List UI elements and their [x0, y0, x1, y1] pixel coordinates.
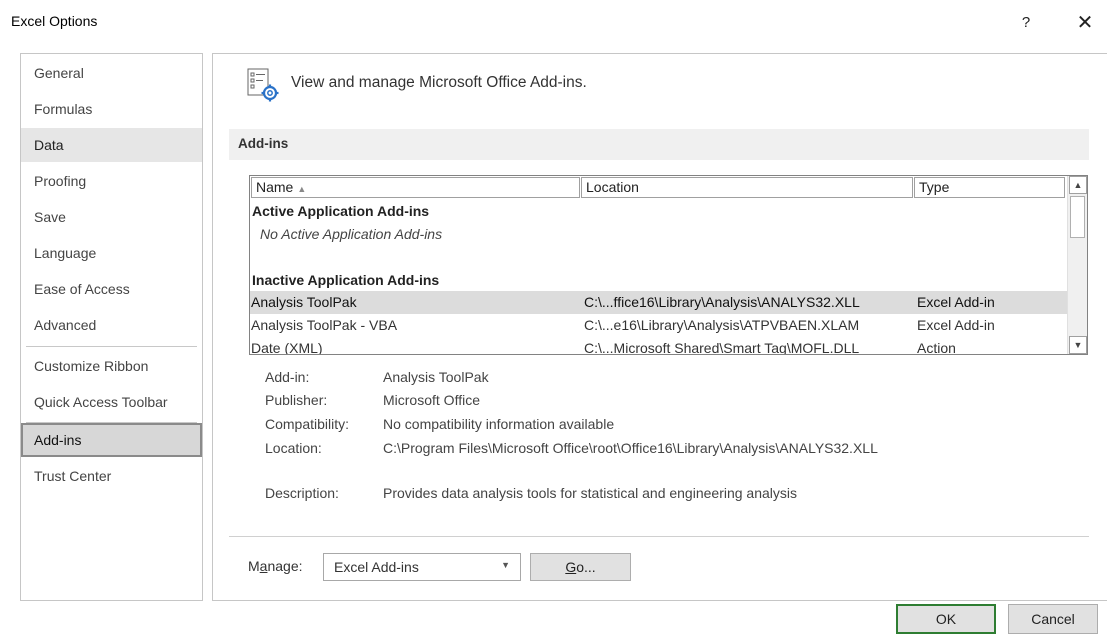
close-button[interactable]: ✕ — [1071, 8, 1099, 36]
nav-item-formulas[interactable]: Formulas — [21, 92, 202, 126]
detail-label-location: Location: — [265, 440, 322, 456]
detail-value-compatibility: No compatibility information available — [383, 416, 615, 432]
addin-name: Analysis ToolPak — [251, 294, 357, 310]
nav-item-ease-of-access[interactable]: Ease of Access — [21, 272, 202, 306]
nav-item-customize-ribbon[interactable]: Customize Ribbon — [21, 349, 202, 383]
cancel-button[interactable]: Cancel — [1008, 604, 1098, 634]
window-title: Excel Options — [11, 13, 98, 29]
table-row[interactable]: Date (XML) C:\...Microsoft Shared\Smart … — [250, 337, 1067, 355]
table-row[interactable]: Analysis ToolPak - VBA C:\...e16\Library… — [250, 314, 1067, 337]
group-title: Active Application Add-ins — [252, 203, 430, 219]
addin-location: C:\...ffice16\Library\Analysis\ANALYS32.… — [584, 294, 860, 310]
options-nav: General Formulas Data Proofing Save Lang… — [20, 53, 203, 601]
detail-label-add-in: Add-in: — [265, 369, 310, 385]
detail-label-compatibility: Compatibility: — [265, 416, 350, 432]
group-row: Inactive Application Add-ins — [250, 269, 1067, 292]
nav-item-trust-center[interactable]: Trust Center — [21, 459, 202, 493]
column-header-location[interactable]: Location — [581, 177, 913, 198]
table-row[interactable]: Analysis ToolPak C:\...ffice16\Library\A… — [250, 291, 1067, 314]
scroll-up-icon[interactable]: ▲ — [1069, 176, 1087, 194]
detail-label-publisher: Publisher: — [265, 392, 328, 408]
go-button[interactable]: Go... — [530, 553, 631, 581]
column-header-type[interactable]: Type — [914, 177, 1065, 198]
nav-item-proofing[interactable]: Proofing — [21, 164, 202, 198]
detail-value-location: C:\Program Files\Microsoft Office\root\O… — [383, 440, 878, 456]
detail-value-publisher: Microsoft Office — [383, 392, 480, 408]
addin-type: Action — [917, 340, 956, 355]
title-bar: Excel Options ? ✕ — [0, 0, 1107, 44]
nav-item-language[interactable]: Language — [21, 236, 202, 270]
detail-value-description: Provides data analysis tools for statist… — [383, 485, 798, 501]
addin-type: Excel Add-in — [917, 317, 995, 333]
group-row: Active Application Add-ins — [250, 200, 1067, 223]
manage-label: Manage: — [248, 558, 303, 574]
empty-group-label: No Active Application Add-ins — [260, 226, 443, 242]
ok-button[interactable]: OK — [896, 604, 996, 634]
addin-name: Analysis ToolPak - VBA — [251, 317, 398, 333]
add-ins-gear-icon — [247, 68, 279, 102]
group-title: Inactive Application Add-ins — [252, 272, 440, 288]
nav-item-quick-access-toolbar[interactable]: Quick Access Toolbar — [21, 385, 202, 419]
addin-location: C:\...e16\Library\Analysis\ATPVBAEN.XLAM — [584, 317, 860, 333]
nav-item-add-ins[interactable]: Add-ins — [21, 423, 202, 457]
nav-item-advanced[interactable]: Advanced — [21, 308, 202, 342]
nav-item-general[interactable]: General — [21, 56, 202, 90]
section-header: Add-ins — [229, 129, 1089, 160]
addin-location: C:\...Microsoft Shared\Smart Tag\MOFL.DL… — [584, 340, 860, 355]
add-ins-list[interactable]: Name ▲ Location Type Active Application A… — [249, 175, 1088, 355]
addin-type: Excel Add-in — [917, 294, 995, 310]
detail-value-add-in: Analysis ToolPak — [383, 369, 489, 385]
access-key: G — [565, 559, 577, 575]
manage-selected-value: Excel Add-ins — [334, 559, 419, 575]
divider — [229, 536, 1089, 537]
scroll-down-icon[interactable]: ▼ — [1069, 336, 1087, 354]
help-button[interactable]: ? — [1012, 8, 1040, 36]
section-title: Add-ins — [238, 136, 289, 151]
nav-item-save[interactable]: Save — [21, 200, 202, 234]
manage-dropdown[interactable]: Excel Add-ins ▼ — [323, 553, 521, 581]
panel-heading: View and manage Microsoft Office Add-ins… — [291, 74, 587, 91]
nav-divider — [26, 346, 197, 347]
group-empty-row: No Active Application Add-ins — [250, 223, 1067, 246]
nav-item-data[interactable]: Data — [21, 128, 202, 162]
sort-ascending-icon: ▲ — [297, 184, 307, 194]
chevron-down-icon: ▼ — [501, 560, 510, 570]
column-header-name[interactable]: Name ▲ — [251, 177, 580, 198]
addin-name: Date (XML) — [251, 340, 323, 355]
list-scrollbar[interactable]: ▲ ▼ — [1067, 176, 1087, 354]
scroll-thumb[interactable] — [1070, 196, 1085, 238]
detail-label-description: Description: — [265, 485, 339, 501]
